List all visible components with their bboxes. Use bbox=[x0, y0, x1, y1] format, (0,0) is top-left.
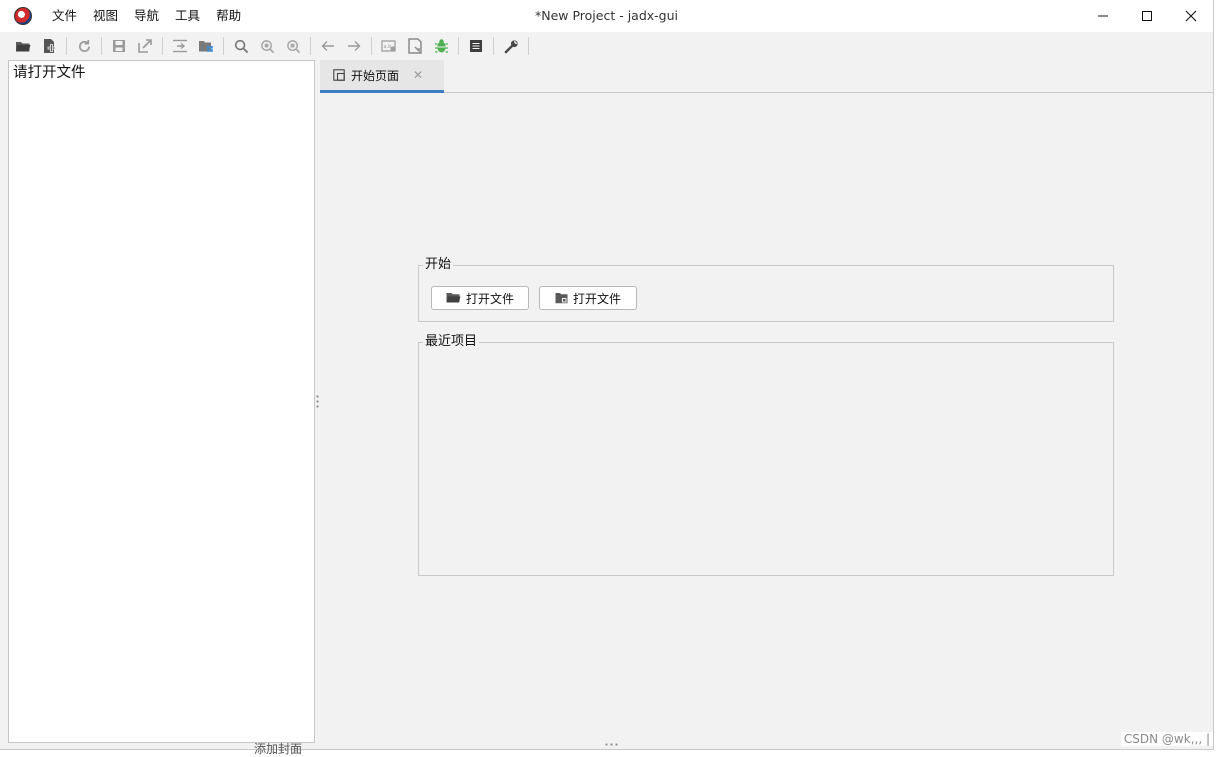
reload-icon bbox=[78, 39, 90, 52]
window-controls bbox=[1081, 0, 1213, 32]
menu-bar: 文件 视图 导航 工具 帮助 bbox=[44, 0, 249, 32]
toolbar-separator bbox=[162, 37, 163, 55]
close-icon bbox=[1185, 10, 1197, 22]
open-project-icon bbox=[555, 292, 568, 304]
tab-close-icon[interactable]: ✕ bbox=[413, 68, 423, 82]
start-group-title: 开始 bbox=[423, 257, 454, 273]
export-toolbar-button[interactable] bbox=[134, 35, 156, 57]
open-folder-icon bbox=[16, 42, 31, 52]
minimize-icon bbox=[1098, 15, 1108, 17]
maximize-button[interactable] bbox=[1125, 0, 1169, 32]
start-page-icon bbox=[333, 69, 345, 81]
back-arrow-icon bbox=[321, 41, 334, 51]
preferences-toolbar-button[interactable] bbox=[500, 35, 522, 57]
search-icon bbox=[234, 39, 248, 53]
debugger-bug-icon bbox=[434, 39, 448, 53]
tab-label: 开始页面 bbox=[351, 68, 400, 83]
add-files-icon bbox=[44, 39, 56, 53]
deobfuscation-icon: a.b bbox=[381, 40, 396, 52]
tab-start-page[interactable]: 开始页面 ✕ bbox=[320, 60, 444, 93]
toolbar-separator bbox=[310, 37, 311, 55]
open-folder-icon bbox=[446, 292, 461, 304]
back-toolbar-button[interactable] bbox=[317, 35, 339, 57]
recent-projects-title: 最近项目 bbox=[423, 334, 480, 350]
background-window-text: 添加封面 bbox=[254, 742, 303, 756]
menu-tools[interactable]: 工具 bbox=[167, 0, 208, 32]
toolbar-separator bbox=[528, 37, 529, 55]
open-project-button[interactable]: 打开文件 bbox=[539, 286, 637, 310]
toolbar-separator bbox=[458, 37, 459, 55]
search-toolbar-button[interactable] bbox=[230, 35, 252, 57]
menu-navigation[interactable]: 导航 bbox=[126, 0, 167, 32]
find-usage-icon bbox=[286, 39, 300, 53]
quick-tab-icon bbox=[408, 38, 422, 54]
sync-tree-toolbar-button[interactable] bbox=[169, 35, 191, 57]
deobfuscation-toolbar-button[interactable]: a.b bbox=[378, 35, 400, 57]
open-file-hint: 请打开文件 bbox=[13, 65, 86, 81]
toolbar-separator bbox=[493, 37, 494, 55]
menu-view[interactable]: 视图 bbox=[85, 0, 126, 32]
toolbar-separator bbox=[223, 37, 224, 55]
recent-projects-group: 最近项目 bbox=[418, 334, 1114, 576]
flatten-packages-toolbar-button[interactable] bbox=[195, 35, 217, 57]
close-button[interactable] bbox=[1169, 0, 1213, 32]
app-window: 文件 视图 导航 工具 帮助 *New Project - jadx-gui a… bbox=[0, 0, 1214, 750]
open-file-toolbar-button[interactable] bbox=[12, 35, 34, 57]
svg-text:a.b: a.b bbox=[384, 44, 392, 50]
save-icon bbox=[113, 40, 125, 52]
quick-tab-toolbar-button[interactable] bbox=[404, 35, 426, 57]
maximize-icon bbox=[1142, 11, 1152, 21]
flatten-packages-icon bbox=[199, 41, 213, 52]
menu-help[interactable]: 帮助 bbox=[208, 0, 249, 32]
log-viewer-icon bbox=[470, 40, 482, 52]
jadx-logo-icon bbox=[14, 7, 32, 25]
debugger-toolbar-button[interactable] bbox=[430, 35, 452, 57]
forward-arrow-icon bbox=[348, 41, 361, 51]
export-icon bbox=[138, 39, 152, 53]
reload-toolbar-button[interactable] bbox=[73, 35, 95, 57]
sync-icon bbox=[173, 39, 187, 53]
find-usage-toolbar-button[interactable] bbox=[282, 35, 304, 57]
menu-file[interactable]: 文件 bbox=[44, 0, 85, 32]
toolbar-separator bbox=[371, 37, 372, 55]
title-bar: 文件 视图 导航 工具 帮助 *New Project - jadx-gui bbox=[0, 0, 1213, 32]
open-file-button-label: 打开文件 bbox=[465, 291, 514, 306]
minimize-button[interactable] bbox=[1081, 0, 1125, 32]
start-group: 开始 打开文件 打开文件 bbox=[418, 257, 1114, 322]
panel-splitter[interactable] bbox=[315, 60, 320, 743]
tab-bar: 开始页面 ✕ bbox=[320, 60, 1213, 93]
save-toolbar-button[interactable] bbox=[108, 35, 130, 57]
resize-grip-icon bbox=[604, 743, 618, 746]
toolbar-separator bbox=[101, 37, 102, 55]
project-tree-panel[interactable]: 请打开文件 bbox=[8, 60, 315, 743]
log-viewer-toolbar-button[interactable] bbox=[465, 35, 487, 57]
open-file-button[interactable]: 打开文件 bbox=[431, 286, 529, 310]
add-files-toolbar-button[interactable] bbox=[38, 35, 60, 57]
open-project-button-label: 打开文件 bbox=[572, 291, 621, 306]
toolbar-separator bbox=[66, 37, 67, 55]
find-class-icon bbox=[260, 39, 274, 53]
preferences-wrench-icon bbox=[504, 39, 518, 53]
forward-toolbar-button[interactable] bbox=[343, 35, 365, 57]
splitter-grip-icon bbox=[316, 394, 319, 408]
toolbar: a.b bbox=[0, 32, 1213, 60]
find-class-toolbar-button[interactable] bbox=[256, 35, 278, 57]
watermark: CSDN @wk,,, | bbox=[1120, 732, 1213, 746]
